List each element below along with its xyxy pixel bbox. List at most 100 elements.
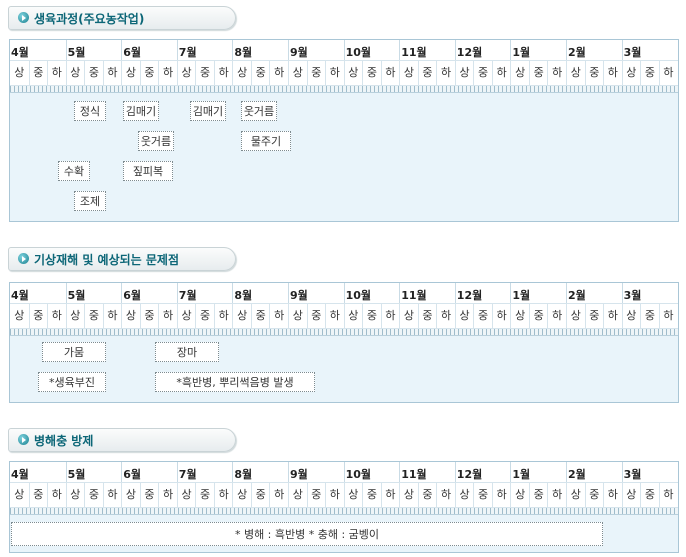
period-cell: 상 (621, 304, 641, 328)
month-header: 7월 (176, 40, 233, 60)
period-cell: 중 (473, 483, 492, 507)
month-header: 5월 (65, 462, 122, 482)
month-header: 3월 (621, 283, 678, 303)
task-area: 가뭄 장마 *생육부진 *흑반병, 뿌리썩음병 발생 (10, 336, 678, 402)
period-cell: 하 (158, 483, 177, 507)
month-header: 12월 (454, 462, 511, 482)
month-header: 8월 (232, 40, 288, 60)
period-cell: 하 (658, 61, 678, 85)
period-cell: 하 (325, 61, 344, 85)
period-cell: 상 (454, 304, 474, 328)
period-cell: 상 (621, 61, 641, 85)
period-cell: 중 (195, 304, 214, 328)
month-header: 11월 (399, 40, 455, 60)
period-cell: 상 (176, 304, 196, 328)
month-header: 4월 (11, 46, 29, 59)
period-cell: 상 (65, 483, 85, 507)
task-label: 웃거름 (241, 101, 277, 121)
month-header: 9월 (288, 40, 344, 60)
month-header: 10월 (343, 283, 400, 303)
period-cell: 상 (65, 304, 85, 328)
period-cell: 중 (84, 61, 103, 85)
period-cell: 중 (417, 304, 437, 328)
period-cell: 상 (232, 61, 251, 85)
month-header: 6월 (121, 283, 177, 303)
period-cell: 중 (417, 483, 437, 507)
period-cell: 중 (250, 483, 270, 507)
period-cell: 중 (528, 483, 548, 507)
period-cell: 중 (473, 61, 492, 85)
task-label: *흑반병, 뿌리썩음병 발생 (155, 372, 315, 392)
period-cell: 중 (195, 483, 214, 507)
period-cell: 중 (584, 61, 604, 85)
timeline-ruler (10, 508, 678, 515)
task-label: *생육부진 (38, 372, 106, 392)
month-header: 8월 (232, 462, 288, 482)
period-cell: 중 (584, 304, 604, 328)
period-cell: 하 (158, 61, 177, 85)
period-cell: 하 (325, 483, 344, 507)
calendar-table-pest: 4월 5월 6월 7월 8월 9월 10월 11월 12월 1월 2월 3월 상중하상중하상중하상중하… (9, 461, 679, 553)
period-cell: 상 (399, 304, 418, 328)
period-cell: 하 (47, 61, 66, 85)
period-cell: 하 (547, 304, 566, 328)
month-header: 3월 (621, 462, 678, 482)
period-cell: 중 (306, 61, 326, 85)
period-cell: 중 (250, 61, 270, 85)
section-title-weather: 기상재해 및 예상되는 문제점 (8, 247, 236, 271)
section-title-text: 병해충 방제 (34, 434, 94, 448)
period-cell: 상 (566, 304, 585, 328)
calendar-table-weather: 4월 5월 6월 7월 8월 9월 10월 11월 12월 1월 2월 3월 상중하상중하상중하상중하… (9, 282, 679, 403)
period-cell: 중 (306, 483, 326, 507)
period-cell: 중 (362, 304, 381, 328)
timeline-ruler (10, 329, 678, 336)
period-cell: 중 (640, 483, 659, 507)
period-cell: 하 (213, 483, 233, 507)
period-cell: 상 (288, 483, 307, 507)
month-row: 4월 5월 6월 7월 8월 9월 10월 11월 12월 1월 2월 3월 (10, 40, 678, 60)
period-cell: 하 (436, 304, 455, 328)
month-header: 1월 (510, 283, 566, 303)
task-label: * 병해 : 흑반병 * 충해 : 굼벵이 (11, 522, 603, 546)
month-header: 3월 (621, 40, 678, 60)
period-cell: 상 (454, 483, 474, 507)
month-header: 5월 (65, 283, 122, 303)
task-label: 웃거름 (138, 131, 174, 151)
month-header: 2월 (566, 283, 622, 303)
month-header: 1월 (510, 40, 566, 60)
period-cell: 하 (325, 304, 344, 328)
month-header: 7월 (176, 462, 233, 482)
period-cell: 하 (380, 483, 400, 507)
bullet-icon (18, 12, 29, 23)
period-cell: 중 (362, 61, 381, 85)
period-cell: 중 (362, 483, 381, 507)
calendar-table-growth: 4월 5월 6월 7월 8월 9월 10월 11월 12월 1월 2월 3월 상중하상중하상중하상중하… (9, 39, 679, 222)
period-cell: 하 (213, 304, 233, 328)
period-cell: 하 (102, 304, 122, 328)
period-cell: 상 (176, 483, 196, 507)
month-header: 1월 (510, 462, 566, 482)
period-cell: 중 (139, 483, 159, 507)
period-cell: 중 (417, 61, 437, 85)
period-cell: 하 (658, 483, 678, 507)
period-cell: 하 (547, 61, 566, 85)
period-cell: 하 (269, 304, 288, 328)
month-header: 12월 (454, 40, 511, 60)
period-cell: 상 (566, 61, 585, 85)
period-cell: 하 (102, 61, 122, 85)
period-cell: 중 (473, 304, 492, 328)
period-cell: 중 (250, 304, 270, 328)
period-cell: 상 (343, 61, 363, 85)
month-header: 9월 (288, 462, 344, 482)
month-header: 6월 (121, 462, 177, 482)
period-cell: 상 (232, 304, 251, 328)
task-label: 김매기 (190, 101, 226, 121)
period-cell: 중 (306, 304, 326, 328)
month-header: 12월 (454, 283, 511, 303)
task-label: 짚피복 (123, 161, 173, 181)
period-cell: 하 (158, 304, 177, 328)
month-header: 10월 (343, 40, 400, 60)
task-label: 가뭄 (42, 342, 106, 362)
section-title-text: 기상재해 및 예상되는 문제점 (34, 253, 180, 267)
period-cell: 상 (510, 483, 529, 507)
